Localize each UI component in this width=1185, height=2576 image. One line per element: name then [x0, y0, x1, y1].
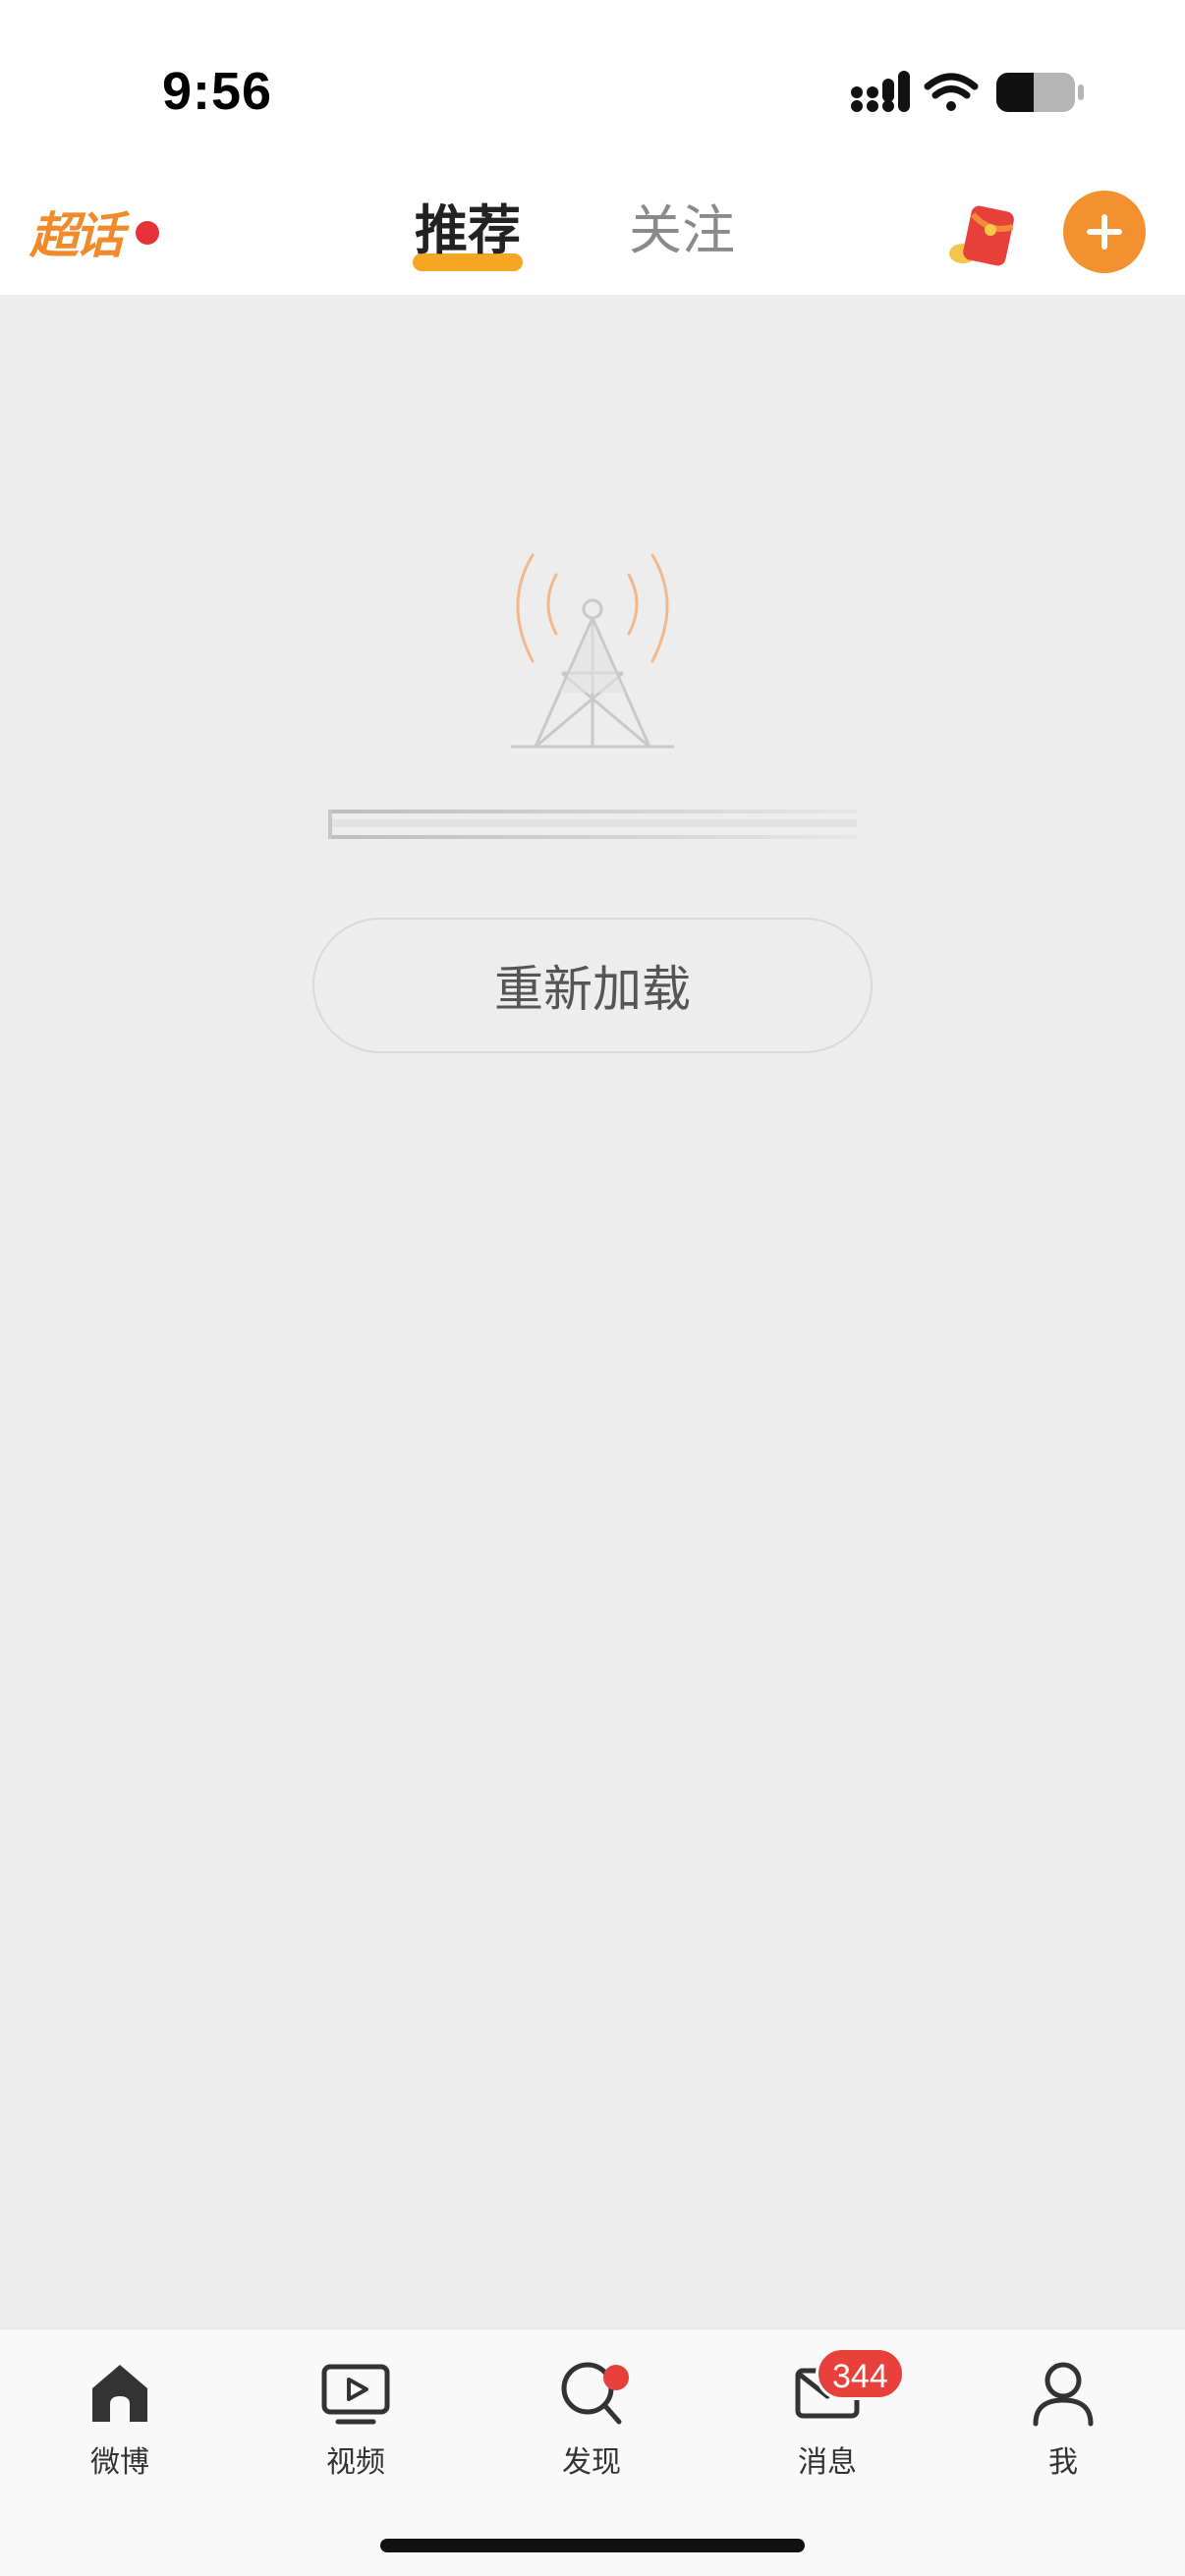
bottom-tab-discover-label: 发现: [562, 2445, 621, 2480]
tab-follow[interactable]: 关注: [629, 196, 735, 265]
error-message-blurred: [328, 810, 857, 839]
bottom-tab-video-label: 视频: [326, 2445, 385, 2480]
red-packet-icon[interactable]: [941, 196, 1020, 275]
discover-dot-badge: [603, 2365, 629, 2390]
tab-recommend-label: 推荐: [415, 199, 521, 261]
user-icon: [1033, 2362, 1094, 2427]
bottom-tab-weibo-label: 微博: [90, 2445, 149, 2480]
bottom-tab-messages[interactable]: 344 消息: [749, 2347, 906, 2504]
battery-icon: [996, 73, 1084, 112]
tab-follow-label: 关注: [629, 199, 735, 261]
plus-icon: [1087, 214, 1122, 250]
message-count-badge: 344: [816, 2347, 905, 2400]
bottom-tab-weibo[interactable]: 微博: [41, 2357, 198, 2504]
top-nav: 超话 推荐 关注: [0, 167, 1185, 295]
status-bar: 9:56: [0, 0, 1185, 167]
bottom-tab-discover[interactable]: 发现: [513, 2357, 670, 2504]
video-icon: [321, 2364, 390, 2425]
bottom-tab-me-label: 我: [1048, 2445, 1078, 2480]
tab-recommend[interactable]: 推荐: [415, 196, 521, 265]
screen: 9:56 超话 推荐 关注 重新加载 微博 视频 发现 344 消息 我: [0, 0, 1185, 2576]
add-button[interactable]: [1063, 191, 1146, 273]
status-time: 9:56: [162, 62, 273, 121]
bottom-tab-video[interactable]: 视频: [277, 2357, 434, 2504]
bottom-tab-me[interactable]: 我: [985, 2357, 1142, 2504]
chaohua-logo: 超话: [29, 207, 124, 264]
bottom-tab-messages-label: 消息: [798, 2445, 857, 2480]
chaohua-button[interactable]: 超话: [29, 196, 162, 275]
reload-button[interactable]: 重新加载: [312, 918, 873, 1053]
signal-icon: [851, 71, 910, 112]
home-indicator[interactable]: [380, 2539, 805, 2552]
wifi-icon: [924, 73, 979, 111]
notification-dot: [133, 218, 162, 248]
home-icon: [92, 2365, 147, 2422]
signal-tower-icon: [511, 553, 674, 749]
status-icons: [851, 71, 1084, 112]
